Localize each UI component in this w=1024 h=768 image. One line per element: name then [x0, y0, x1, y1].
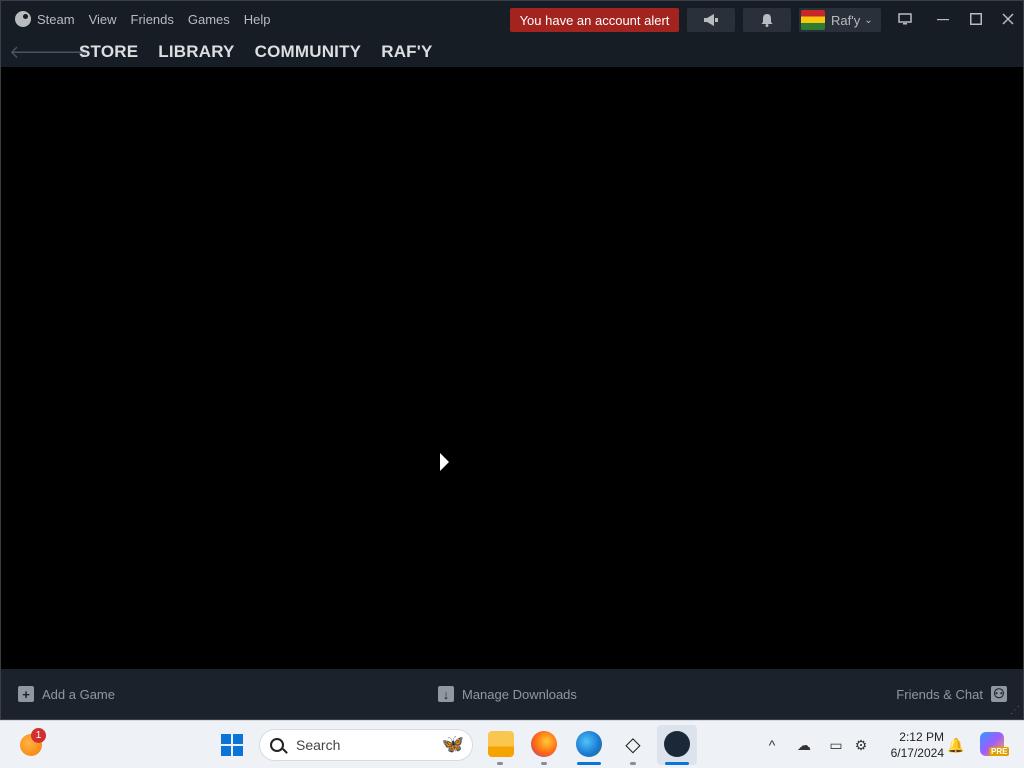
firefox-icon[interactable] [531, 731, 557, 757]
active-indicator [665, 762, 689, 765]
title-bar: Steam View Friends Games Help You have a… [1, 1, 1023, 37]
start-button[interactable] [221, 734, 243, 756]
user-menu-button[interactable]: Raf'y ⌄ [799, 8, 881, 32]
running-indicator [497, 762, 503, 765]
clock-date: 6/17/2024 [890, 746, 944, 760]
butterfly-icon: 🦋 [441, 734, 464, 754]
bell-icon [761, 14, 773, 27]
maximize-icon [970, 13, 982, 25]
active-indicator [577, 762, 601, 765]
cloud-offline-icon[interactable]: ☁ [794, 735, 814, 755]
search-icon [270, 738, 284, 752]
tab-store[interactable]: STORE [79, 42, 138, 62]
menu-games[interactable]: Games [188, 12, 230, 27]
steam-window: Steam View Friends Games Help You have a… [0, 0, 1024, 720]
content-area [1, 67, 1023, 669]
add-game-button[interactable]: + Add a Game [18, 686, 115, 702]
windows-logo-icon [221, 734, 231, 744]
menu-friends[interactable]: Friends [131, 12, 174, 27]
close-button[interactable] [996, 7, 1020, 31]
steam-logo-icon [15, 11, 31, 27]
search-placeholder: Search [296, 737, 341, 753]
internet-download-manager-icon[interactable] [576, 731, 602, 757]
user-name: Raf'y [831, 12, 861, 28]
big-picture-button[interactable] [893, 7, 917, 31]
tab-profile[interactable]: RAF'Y [381, 42, 432, 62]
friends-chat-label: Friends & Chat [896, 686, 983, 702]
download-icon: ↓ [438, 686, 454, 702]
steam-icon[interactable] [664, 731, 690, 757]
close-icon [1002, 13, 1014, 25]
nav-bar: 🡐 🡒 STORE LIBRARY COMMUNITY RAF'Y [1, 37, 1023, 67]
back-arrow-icon[interactable]: 🡐 [9, 42, 57, 63]
minimize-icon [937, 19, 949, 21]
file-explorer-icon[interactable] [488, 731, 514, 757]
running-indicator [541, 762, 547, 765]
notifications-button[interactable] [743, 8, 791, 32]
device-icon[interactable]: ▭ [826, 735, 846, 755]
system-clock[interactable]: 2:12 PM 6/17/2024 [880, 729, 944, 761]
menu-steam[interactable]: Steam [15, 11, 75, 27]
tab-community[interactable]: COMMUNITY [255, 42, 362, 62]
maximize-button[interactable] [964, 7, 988, 31]
megaphone-icon [704, 14, 718, 26]
network-settings-icon[interactable]: ⚙ [851, 735, 871, 755]
clock-time: 2:12 PM [899, 730, 944, 744]
friends-icon: ⚇ [991, 686, 1007, 702]
chevron-down-icon: ⌄ [864, 14, 873, 26]
minimize-button[interactable] [931, 7, 955, 31]
menu-view[interactable]: View [89, 12, 117, 27]
mouse-cursor-icon [440, 453, 449, 471]
tab-library[interactable]: LIBRARY [158, 42, 234, 62]
widgets-badge: 1 [31, 728, 46, 743]
account-alert-button[interactable]: You have an account alert [510, 8, 679, 32]
friends-chat-button[interactable]: Friends & Chat ⚇ [896, 686, 1007, 702]
add-game-label: Add a Game [42, 686, 115, 702]
avatar [801, 10, 825, 30]
nav-tabs: STORE LIBRARY COMMUNITY RAF'Y [79, 42, 453, 62]
plus-icon: + [18, 686, 34, 702]
chevron-up-icon[interactable]: ^ [762, 735, 782, 755]
menu-bar: Steam View Friends Games Help [15, 1, 285, 37]
manage-downloads-button[interactable]: ↓ Manage Downloads [438, 686, 577, 702]
resize-grip-icon[interactable]: ⋰ [1010, 705, 1020, 716]
manage-downloads-label: Manage Downloads [462, 686, 577, 702]
monitor-icon [898, 13, 912, 25]
copilot-badge: PRE [989, 747, 1010, 756]
notification-bell-icon[interactable]: 🔔 [946, 735, 966, 755]
running-indicator [630, 762, 636, 765]
announcements-button[interactable] [687, 8, 735, 32]
forward-arrow-icon[interactable]: 🡒 [41, 42, 89, 63]
taskbar-search[interactable]: Search 🦋 [259, 729, 473, 761]
menu-help[interactable]: Help [244, 12, 271, 27]
menu-steam-label: Steam [37, 11, 75, 27]
windows-taskbar: 1 Search 🦋 ◇ ^ ☁ ▭ ⚙ 2:12 PM 6/17/2024 🔔… [0, 720, 1024, 768]
unity-icon[interactable]: ◇ [620, 731, 646, 757]
bottom-bar: + Add a Game ↓ Manage Downloads Friends … [1, 669, 1023, 719]
